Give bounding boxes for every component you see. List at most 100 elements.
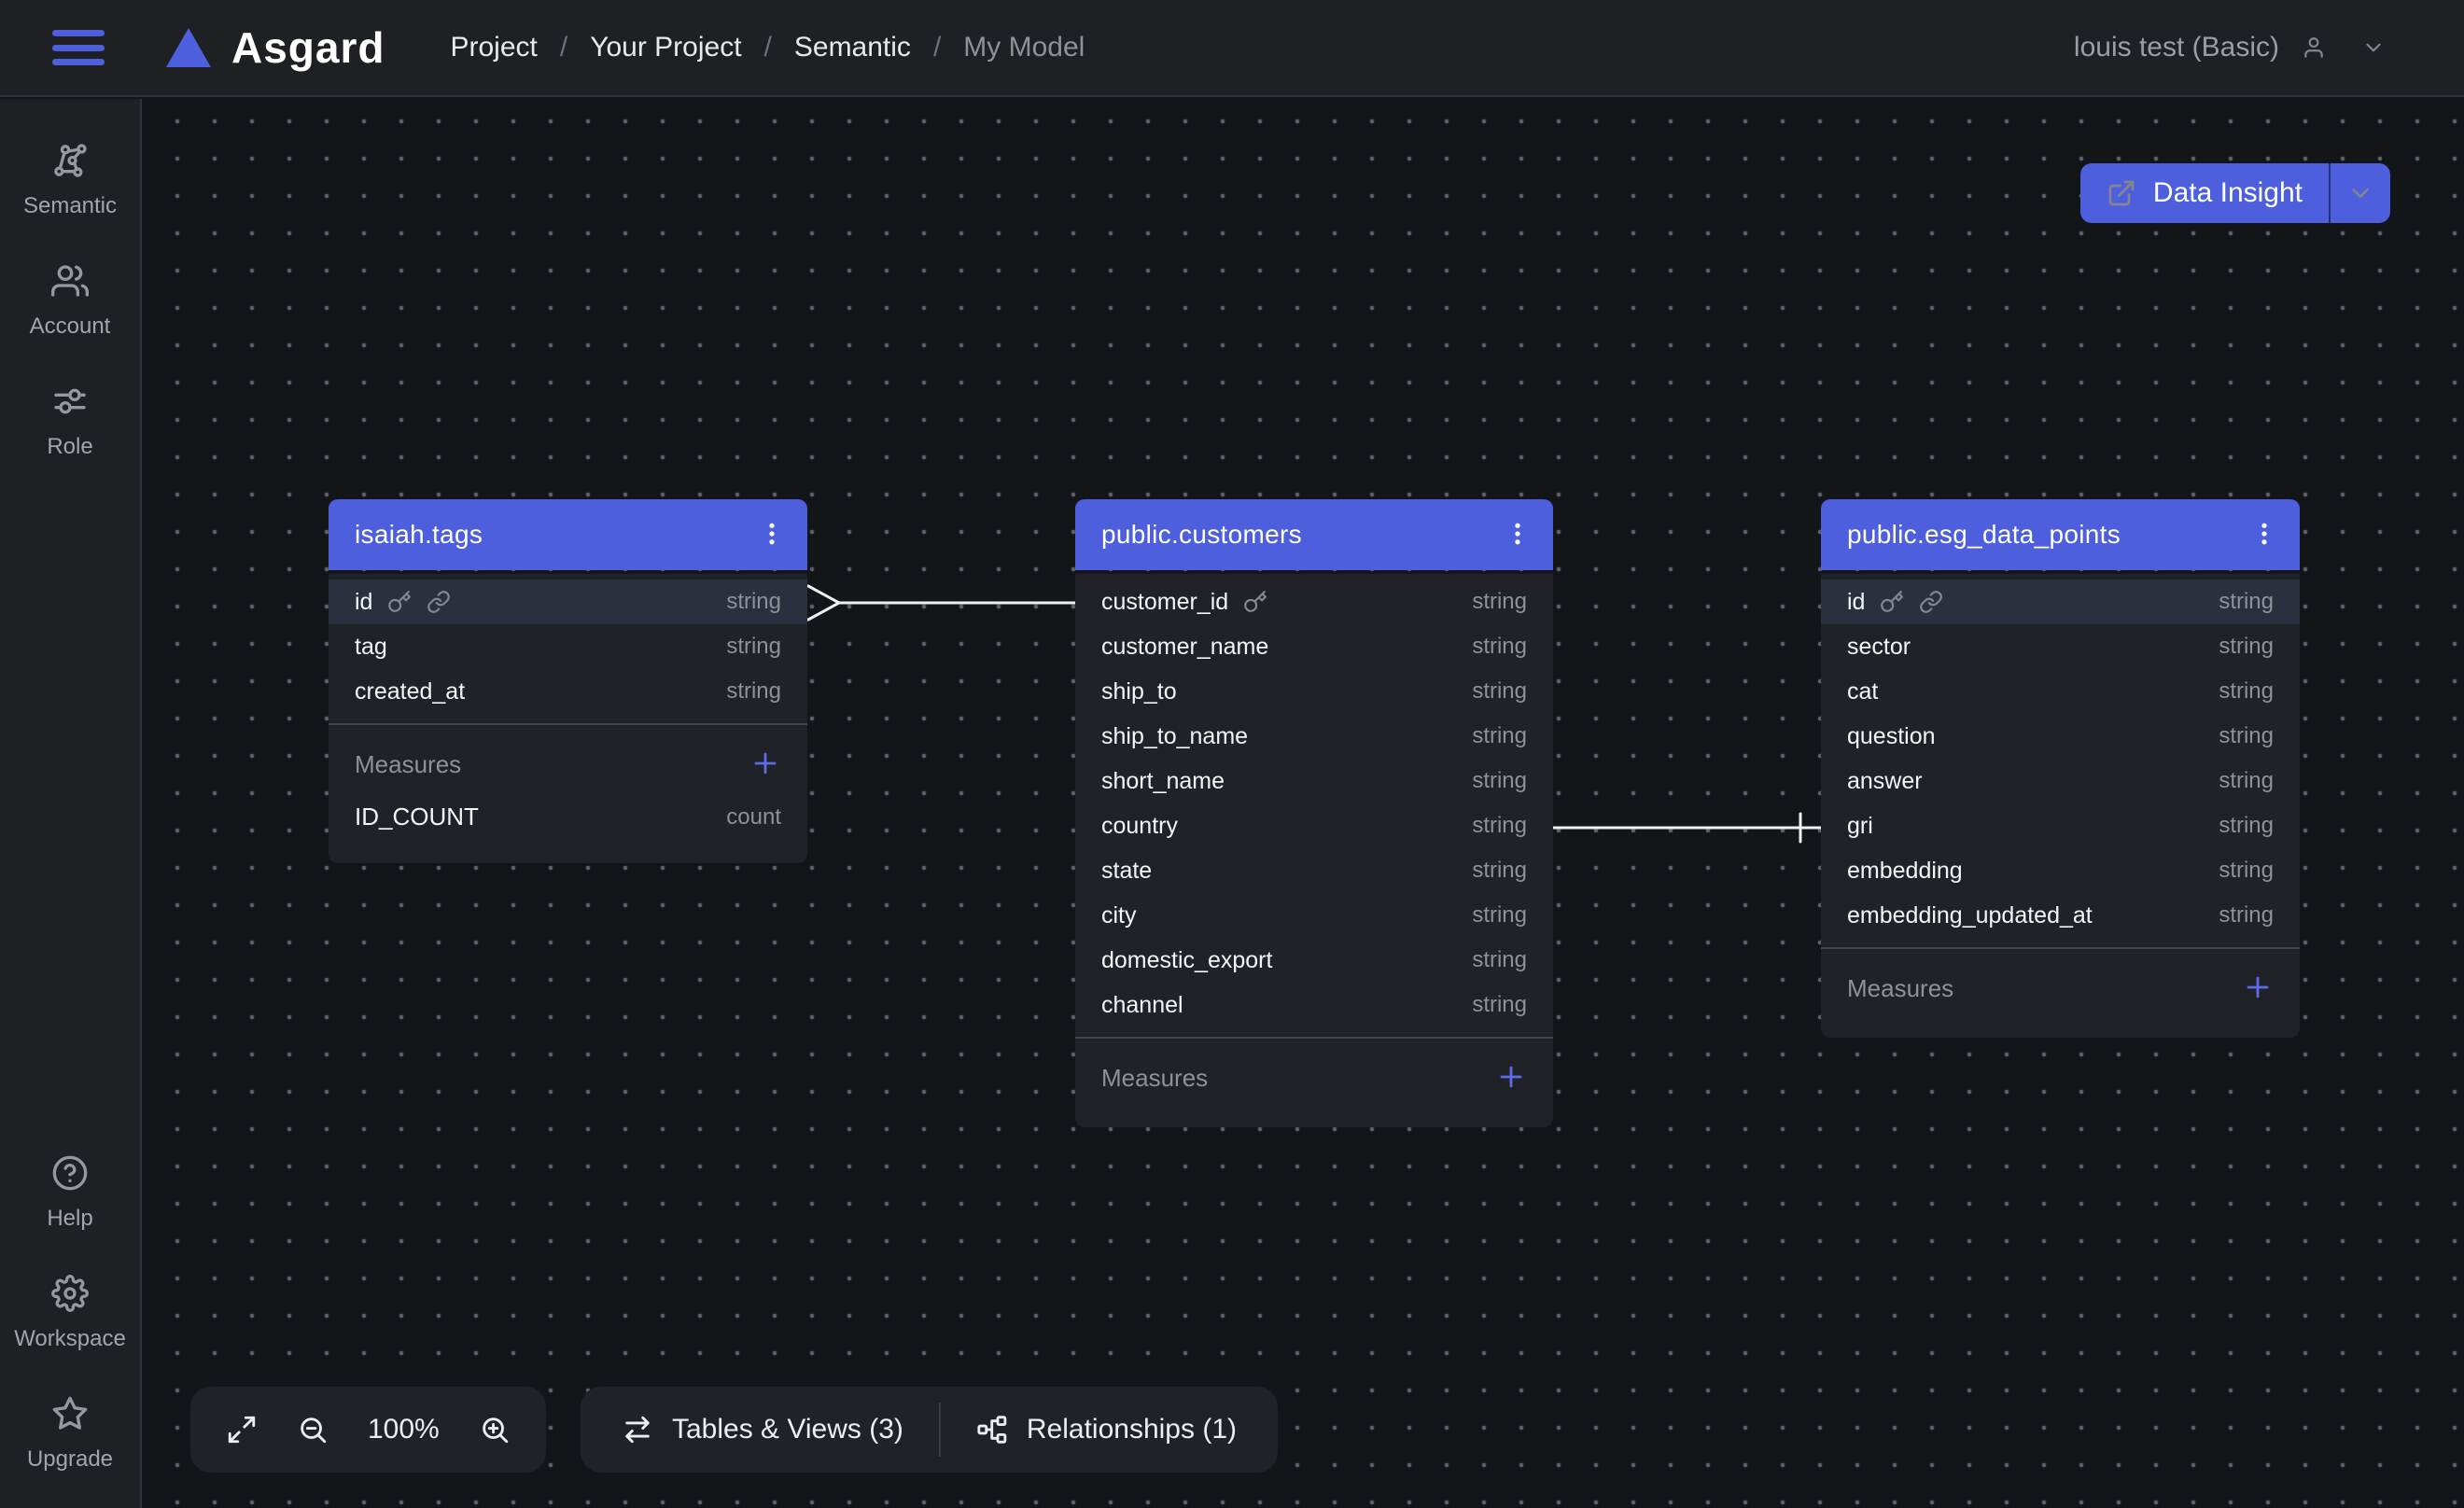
breadcrumb-item-semantic[interactable]: Semantic	[794, 32, 911, 63]
field-name: channel	[1101, 992, 1183, 1019]
breadcrumb-item-my-model: My Model	[963, 32, 1085, 63]
zoom-in-button[interactable]	[479, 1414, 511, 1445]
field-row-sector[interactable]: sectorstring	[1821, 624, 2300, 669]
field-type: string	[2219, 678, 2274, 705]
relationships-button[interactable]: Relationships (1)	[976, 1414, 1237, 1445]
sidebar-item-account[interactable]: Account	[30, 262, 111, 340]
graph-icon	[51, 142, 89, 182]
field-row-domestic_export[interactable]: domestic_exportstring	[1075, 938, 1553, 983]
crow-foot-many-marker	[808, 586, 839, 620]
zoom-toolbar: 100%	[190, 1387, 546, 1473]
sidebar-item-label: Role	[47, 434, 92, 460]
model-canvas[interactable]: isaiah.tags id string tagstringcreated_atst…	[144, 99, 2464, 1508]
table-header[interactable]: isaiah.tags	[329, 499, 807, 570]
table-menu-button[interactable]	[1495, 512, 1540, 557]
measures-section: Measures	[1075, 1039, 1553, 1127]
field-name: customer_name	[1101, 634, 1268, 661]
field-row-cat[interactable]: cat string	[1821, 669, 2300, 714]
field-row-ship_to_name[interactable]: ship_to_name string	[1075, 714, 1553, 759]
add-measure-button[interactable]	[2242, 971, 2274, 1006]
field-name: cat	[1847, 678, 1878, 705]
sidebar-item-upgrade[interactable]: Upgrade	[27, 1395, 113, 1473]
field-row-state[interactable]: statestring	[1075, 848, 1553, 893]
field-name: answer	[1847, 768, 1923, 795]
table-menu-button[interactable]	[749, 512, 794, 557]
sidebar-item-role[interactable]: Role	[47, 383, 92, 460]
sidebar-item-label: Account	[30, 314, 111, 340]
plus-icon	[749, 747, 781, 782]
sidebar-item-label: Semantic	[23, 193, 117, 219]
user-menu-button[interactable]: louis test (Basic)	[2068, 28, 2397, 67]
plus-icon	[2242, 971, 2274, 1006]
measure-row-ID_COUNT[interactable]: ID_COUNTcount	[355, 803, 781, 831]
measures-label: Measures	[355, 750, 461, 779]
breadcrumb: Project/Your Project/Semantic/My Model	[450, 32, 1085, 63]
field-type: string	[2219, 589, 2274, 615]
breadcrumb-separator: /	[560, 32, 567, 63]
table-card-isaiah.tags: isaiah.tags id string tagstringcreated_atst…	[329, 499, 807, 863]
field-type: string	[1472, 589, 1527, 615]
tables-views-button[interactable]: Tables & Views (3)	[622, 1414, 903, 1445]
table-title: public.customers	[1101, 520, 1302, 550]
sidebar-bottom-group: Help Workspace Upgrade	[14, 1154, 126, 1473]
field-row-question[interactable]: questionstring	[1821, 714, 2300, 759]
sidebar-item-semantic[interactable]: Semantic	[23, 142, 117, 219]
menu-hamburger-button[interactable]	[52, 28, 105, 67]
table-card-public.esg_data_points: public.esg_data_points idstringsectorstri…	[1821, 499, 2300, 1038]
field-row-country[interactable]: countrystring	[1075, 803, 1553, 848]
breadcrumb-item-your-project[interactable]: Your Project	[590, 32, 741, 63]
field-row-ship_to[interactable]: ship_tostring	[1075, 669, 1553, 714]
relationships-label: Relationships (1)	[1027, 1414, 1237, 1445]
data-insight-dropdown-button[interactable]	[2329, 163, 2390, 223]
kebab-icon	[2250, 520, 2278, 551]
app-logo: Asgard	[166, 22, 385, 73]
field-type: string	[1472, 723, 1527, 749]
field-row-embedding[interactable]: embeddingstring	[1821, 848, 2300, 893]
field-row-city[interactable]: citystring	[1075, 893, 1553, 938]
data-insight-button[interactable]: Data Insight	[2080, 163, 2329, 223]
measure-name: ID_COUNT	[355, 803, 479, 831]
link-icon	[427, 590, 451, 614]
field-name: gri	[1847, 813, 1873, 840]
zoom-out-button[interactable]	[297, 1414, 329, 1445]
field-row-channel[interactable]: channelstring	[1075, 983, 1553, 1027]
field-row-answer[interactable]: answerstring	[1821, 759, 2300, 803]
zoom-out-icon	[297, 1414, 329, 1445]
table-header[interactable]: public.esg_data_points	[1821, 499, 2300, 570]
table-card-public.customers: public.customerscustomer_idstringcustome…	[1075, 499, 1553, 1127]
field-row-embedding_updated_at[interactable]: embedding_updated_atstring	[1821, 893, 2300, 938]
sidebar-item-label: Workspace	[14, 1326, 126, 1352]
user-avatar-icon	[2302, 29, 2339, 66]
field-name: id	[355, 589, 372, 616]
table-header[interactable]: public.customers	[1075, 499, 1553, 570]
field-type: string	[726, 589, 781, 615]
field-row-id[interactable]: id string	[329, 579, 807, 624]
field-row-customer_id[interactable]: customer_idstring	[1075, 579, 1553, 624]
field-type: string	[726, 678, 781, 705]
sidebar-item-workspace[interactable]: Workspace	[14, 1275, 126, 1352]
field-name: ship_to_name	[1101, 723, 1248, 750]
field-type: string	[2219, 634, 2274, 660]
key-icon	[1243, 590, 1267, 614]
field-row-tag[interactable]: tagstring	[329, 624, 807, 669]
sidebar-item-help[interactable]: Help	[47, 1154, 92, 1232]
field-type: string	[1472, 634, 1527, 660]
logo-text: Asgard	[231, 22, 385, 73]
field-row-created_at[interactable]: created_atstring	[329, 669, 807, 714]
breadcrumb-item-project[interactable]: Project	[450, 32, 537, 63]
fit-view-icon	[226, 1414, 258, 1445]
field-row-customer_name[interactable]: customer_name string	[1075, 624, 1553, 669]
table-menu-button[interactable]	[2242, 512, 2287, 557]
users-icon	[51, 262, 89, 302]
sliders-icon	[51, 383, 89, 423]
add-measure-button[interactable]	[1495, 1061, 1527, 1096]
fit-view-button[interactable]	[226, 1414, 258, 1445]
field-row-id[interactable]: idstring	[1821, 579, 2300, 624]
field-type: string	[1472, 858, 1527, 884]
field-type: string	[2219, 858, 2274, 884]
field-row-short_name[interactable]: short_namestring	[1075, 759, 1553, 803]
field-type: string	[1472, 768, 1527, 794]
sidebar-item-label: Help	[47, 1206, 92, 1232]
add-measure-button[interactable]	[749, 747, 781, 782]
field-row-gri[interactable]: gristring	[1821, 803, 2300, 848]
